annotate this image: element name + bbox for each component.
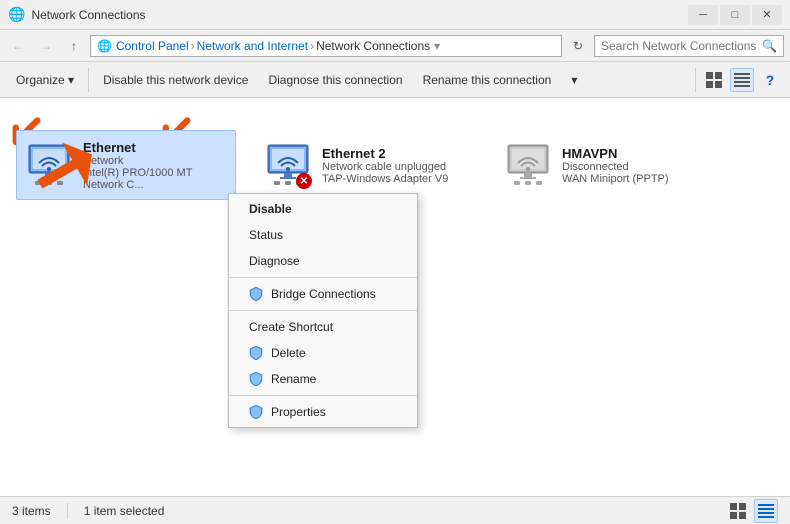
ethernet2-icon: ✕ bbox=[264, 141, 312, 189]
properties-shield-icon bbox=[249, 405, 263, 419]
ctx-diagnose-label: Diagnose bbox=[249, 254, 300, 268]
status-bar: 3 items 1 item selected bbox=[0, 496, 790, 524]
selected-count: 1 item selected bbox=[84, 504, 165, 518]
title-bar: 🌐 Network Connections ─ □ ✕ bbox=[0, 0, 790, 30]
ctx-disable-label: Disable bbox=[249, 202, 292, 216]
ctx-delete-label: Delete bbox=[271, 346, 306, 360]
close-button[interactable]: ✕ bbox=[752, 5, 782, 25]
hmavpn-type: Disconnected bbox=[562, 161, 708, 173]
status-view-btn-1[interactable] bbox=[726, 499, 750, 523]
context-menu: Disable Status Diagnose Bridge Connectio… bbox=[228, 193, 418, 428]
ctx-sep-2 bbox=[229, 310, 417, 311]
network-item-ethernet[interactable]: Ethernet Network Intel(R) PRO/1000 MT Ne… bbox=[16, 130, 236, 200]
more-button[interactable]: ▾ bbox=[563, 66, 585, 94]
ctx-diagnose[interactable]: Diagnose bbox=[229, 248, 417, 274]
view-toggle-button[interactable] bbox=[702, 68, 726, 92]
ctx-properties[interactable]: Properties bbox=[229, 399, 417, 425]
organize-button[interactable]: Organize ▾ bbox=[8, 66, 82, 94]
ethernet-type: Network bbox=[83, 155, 227, 167]
refresh-button[interactable]: ↻ bbox=[566, 34, 590, 58]
ctx-shortcut-label: Create Shortcut bbox=[249, 320, 333, 334]
path-icon: 🌐 bbox=[97, 39, 112, 53]
network-item-hmavpn[interactable]: HMAVPN Disconnected WAN Miniport (PPTP) bbox=[496, 130, 716, 200]
hmavpn-name: HMAVPN bbox=[562, 146, 708, 161]
ethernet-info: Ethernet Network Intel(R) PRO/1000 MT Ne… bbox=[83, 140, 227, 191]
rename-shield-icon bbox=[249, 372, 263, 386]
ethernet-desc: Intel(R) PRO/1000 MT Network C... bbox=[83, 167, 227, 191]
title-controls: ─ □ ✕ bbox=[688, 5, 782, 25]
ethernet-icon bbox=[25, 141, 73, 189]
ethernet-name: Ethernet bbox=[83, 140, 227, 155]
ctx-bridge-label: Bridge Connections bbox=[271, 287, 376, 301]
ctx-sep-3 bbox=[229, 395, 417, 396]
ethernet2-info: Ethernet 2 Network cable unplugged TAP-W… bbox=[322, 146, 468, 185]
up-button[interactable]: ↑ bbox=[62, 34, 86, 58]
ctx-status-label: Status bbox=[249, 228, 283, 242]
status-view-btn-2[interactable] bbox=[754, 499, 778, 523]
minimize-button[interactable]: ─ bbox=[688, 5, 718, 25]
list-view-button[interactable] bbox=[730, 68, 754, 92]
toolbar: Organize ▾ Disable this network device D… bbox=[0, 62, 790, 98]
address-path[interactable]: 🌐 Control Panel › Network and Internet ›… bbox=[90, 35, 562, 57]
ctx-status[interactable]: Status bbox=[229, 222, 417, 248]
search-input[interactable] bbox=[601, 39, 758, 53]
ctx-sep-1 bbox=[229, 277, 417, 278]
toolbar-right: ? bbox=[693, 68, 782, 92]
ethernet2-name: Ethernet 2 bbox=[322, 146, 468, 161]
ctx-rename-label: Rename bbox=[271, 372, 316, 386]
ctx-shortcut[interactable]: Create Shortcut bbox=[229, 314, 417, 340]
hmavpn-info: HMAVPN Disconnected WAN Miniport (PPTP) bbox=[562, 146, 708, 185]
forward-button[interactable]: → bbox=[34, 34, 58, 58]
address-bar: ← → ↑ 🌐 Control Panel › Network and Inte… bbox=[0, 30, 790, 62]
main-content: ➜ ➜ Ether bbox=[0, 98, 790, 496]
network-item-ethernet2[interactable]: ✕ Ethernet 2 Network cable unplugged TAP… bbox=[256, 130, 476, 200]
items-count: 3 items bbox=[12, 504, 51, 518]
disable-button[interactable]: Disable this network device bbox=[95, 66, 256, 94]
help-button[interactable]: ? bbox=[758, 68, 782, 92]
bridge-shield-icon bbox=[249, 287, 263, 301]
ethernet2-desc: TAP-Windows Adapter V9 bbox=[322, 173, 468, 185]
status-right bbox=[726, 499, 778, 523]
breadcrumb-part2: Network and Internet bbox=[197, 39, 308, 53]
breadcrumb-part1: Control Panel bbox=[116, 39, 189, 53]
back-button[interactable]: ← bbox=[6, 34, 30, 58]
breadcrumb-part3: Network Connections bbox=[316, 39, 430, 53]
search-box[interactable]: 🔍 bbox=[594, 35, 784, 57]
ctx-bridge[interactable]: Bridge Connections bbox=[229, 281, 417, 307]
search-icon: 🔍 bbox=[762, 39, 777, 53]
ctx-rename[interactable]: Rename bbox=[229, 366, 417, 392]
title-text: Network Connections bbox=[31, 8, 688, 22]
ctx-properties-label: Properties bbox=[271, 405, 326, 419]
status-separator bbox=[67, 503, 68, 519]
hmavpn-icon bbox=[504, 141, 552, 189]
hmavpn-desc: WAN Miniport (PPTP) bbox=[562, 173, 708, 185]
rename-button[interactable]: Rename this connection bbox=[415, 66, 560, 94]
diagnose-button[interactable]: Diagnose this connection bbox=[260, 66, 410, 94]
title-icon: 🌐 bbox=[8, 6, 25, 23]
delete-shield-icon bbox=[249, 346, 263, 360]
ethernet2-type: Network cable unplugged bbox=[322, 161, 468, 173]
ctx-disable[interactable]: Disable bbox=[229, 196, 417, 222]
toolbar-separator-1 bbox=[88, 68, 89, 92]
maximize-button[interactable]: □ bbox=[720, 5, 750, 25]
disconnected-badge: ✕ bbox=[296, 173, 312, 189]
toolbar-separator-2 bbox=[695, 68, 696, 92]
ctx-delete[interactable]: Delete bbox=[229, 340, 417, 366]
